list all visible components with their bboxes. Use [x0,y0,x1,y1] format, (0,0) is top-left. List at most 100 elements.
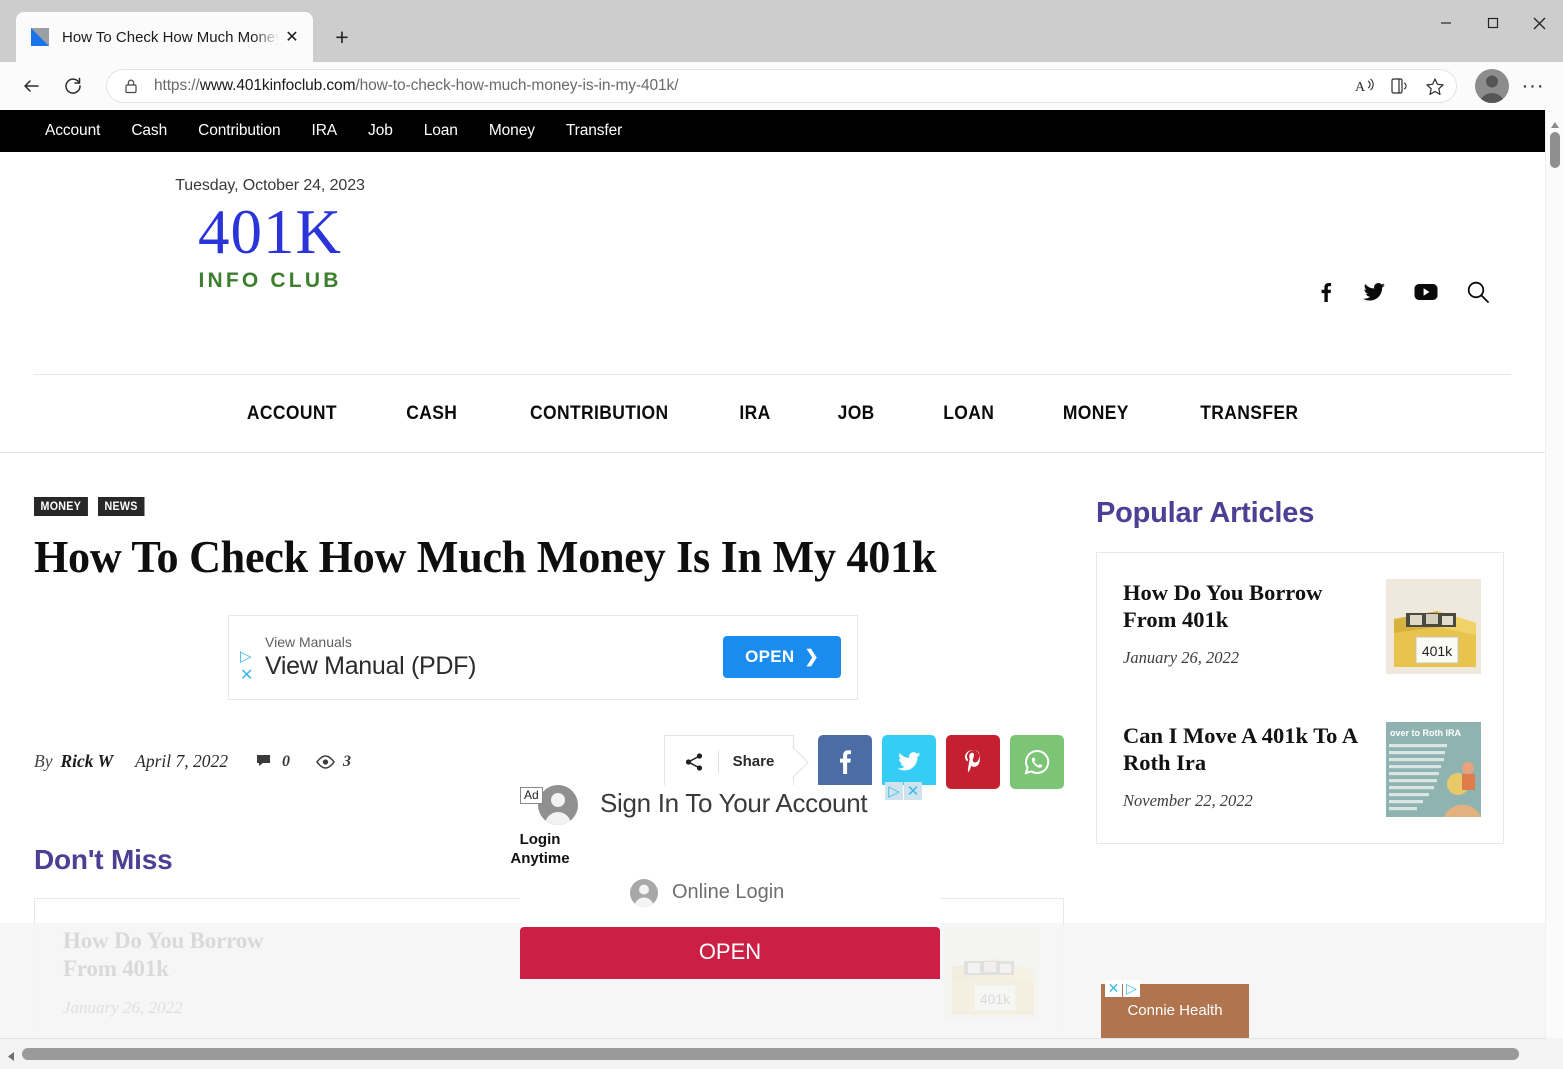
inline-ad-headline: View Manual (PDF) [265,651,477,680]
mid-ad-open-button[interactable]: OPEN [520,926,940,979]
vertical-scrollbar[interactable] [1545,110,1563,1038]
mid-popup-ad[interactable]: Ad Login Anytime Sign In To Your Account… [510,782,940,979]
topnav-account[interactable]: Account [45,122,100,140]
mid-ad-controls: ▷ ✕ [885,782,922,800]
browser-more-menu[interactable]: ··· [1517,70,1549,102]
inline-ad-open-button[interactable]: OPEN ❯ [723,636,841,679]
ad-choices-play-icon[interactable]: ▷ [240,647,252,665]
horizontal-scrollbar[interactable] [0,1038,1563,1069]
ad-choices-close-icon[interactable]: ✕ [1105,980,1122,997]
share-facebook-button[interactable] [818,734,872,789]
share-icon [685,752,702,771]
nav-loan[interactable]: LOAN [943,403,994,425]
current-date: Tuesday, October 24, 2023 [175,177,365,194]
comment-icon [257,755,270,767]
popular-item-title[interactable]: How Do You Borrow From 401k [1123,579,1368,633]
ad-choices-play-icon[interactable]: ▷ [885,782,903,800]
twitter-icon[interactable] [1363,282,1386,302]
article-date: April 7, 2022 [135,751,228,772]
facebook-icon[interactable] [1315,281,1335,303]
nav-transfer[interactable]: TRANSFER [1200,403,1298,425]
topnav-cash[interactable]: Cash [131,122,167,140]
topnav-contribution[interactable]: Contribution [198,122,280,140]
topnav-ira[interactable]: IRA [312,122,338,140]
401k-box-thumbnail-icon: 401k [944,926,1039,1022]
web-page: Account Cash Contribution IRA Job Loan M… [0,110,1545,1038]
close-window-button[interactable] [1516,0,1563,46]
inline-ad-open-label: OPEN [745,647,795,667]
scroll-left-arrow-icon[interactable] [7,1049,15,1067]
search-icon[interactable] [1466,280,1490,304]
reload-icon[interactable] [56,69,90,103]
site-logo-primary[interactable]: 401K [30,201,510,264]
social-links [1315,280,1490,304]
url-text: https://www.401kinfoclub.com/how-to-chec… [142,77,1346,95]
ad-sub-avatar-icon [630,878,658,907]
sidebar: Popular Articles How Do You Borrow From … [1064,497,1504,1038]
site-branding: Tuesday, October 24, 2023 401K INFO CLUB [30,152,510,293]
profile-avatar[interactable] [1475,69,1509,103]
list-item[interactable]: How Do You Borrow From 401k January 26, … [1123,579,1481,674]
back-icon[interactable] [14,69,48,103]
byline-prefix: By [34,751,53,772]
scroll-up-arrow-icon[interactable] [1550,116,1560,128]
eye-icon [316,754,335,769]
nav-job[interactable]: JOB [838,403,875,425]
ad-choices-close-icon[interactable]: ✕ [904,782,922,800]
nav-account[interactable]: ACCOUNT [247,403,337,425]
ad-choices-close-icon[interactable]: ✕ [240,665,253,685]
list-item[interactable]: Can I Move A 401k To A Roth Ira November… [1123,722,1481,817]
topnav-money[interactable]: Money [489,122,535,140]
share-twitter-button[interactable] [882,734,936,789]
favorite-star-icon[interactable] [1419,71,1451,101]
nav-ira[interactable]: IRA [740,403,771,425]
dont-miss-item-title[interactable]: How Do You Borrow From 401k [63,927,273,983]
ad-choices-play-icon[interactable]: ▷ [1123,980,1140,997]
share-pinterest-button[interactable] [946,734,1000,789]
minimize-button[interactable] [1422,0,1469,46]
page-favicon-icon [30,27,50,47]
page-title: How To Check How Much Money Is In My 401… [34,531,937,582]
inline-ad-banner[interactable]: ▷ ✕ View Manuals View Manual (PDF) OPEN … [228,614,858,700]
popular-articles-heading: Popular Articles [1096,497,1315,529]
inline-ad-advertiser: View Manuals [265,633,352,650]
svg-text:A: A [1355,80,1366,95]
chevron-right-icon: ❯ [804,647,819,667]
browser-title-bar: How To Check How Much Money ✕ + [0,0,1563,62]
share-button[interactable]: Share [664,734,794,789]
topnav-transfer[interactable]: Transfer [566,122,622,140]
svg-text:over to Roth IRA: over to Roth IRA [1390,728,1461,738]
url-scheme: https:// [154,77,200,94]
connie-health-ad[interactable]: ✕ ▷ Connie Health [1101,980,1249,1038]
read-aloud-icon[interactable]: A [1349,71,1381,101]
ad-badge: Ad [520,787,543,804]
connie-ad-label: Connie Health [1127,1002,1223,1019]
tab-close-icon[interactable]: ✕ [279,24,305,50]
category-money[interactable]: MONEY [34,497,88,516]
nav-contribution[interactable]: CONTRIBUTION [530,403,668,425]
author-name[interactable]: Rick W [60,751,113,772]
popular-item-date: November 22, 2022 [1123,791,1253,810]
window-controls [1422,0,1563,46]
scrollbar-corner [1545,1038,1563,1069]
horizontal-scrollbar-thumb[interactable] [22,1048,1519,1060]
nav-cash[interactable]: CASH [407,403,458,425]
topnav-loan[interactable]: Loan [424,122,458,140]
mid-ad-subline: Online Login [672,881,785,903]
nav-money[interactable]: MONEY [1063,403,1129,425]
ad-avatar-icon [538,785,578,825]
immersive-reader-icon[interactable] [1384,71,1416,101]
category-news[interactable]: NEWS [97,497,144,516]
share-divider [717,750,719,773]
vertical-scrollbar-thumb[interactable] [1550,132,1560,168]
topnav-job[interactable]: Job [368,122,393,140]
popular-item-title[interactable]: Can I Move A 401k To A Roth Ira [1123,722,1368,776]
youtube-icon[interactable] [1414,283,1438,301]
inline-ad-text: View Manuals View Manual (PDF) [265,634,723,681]
address-bar[interactable]: https://www.401kinfoclub.com/how-to-chec… [106,69,1457,103]
browser-tab[interactable]: How To Check How Much Money ✕ [16,12,313,62]
share-whatsapp-button[interactable] [1010,734,1064,789]
lock-icon [120,78,142,94]
maximize-button[interactable] [1469,0,1516,46]
new-tab-button[interactable]: + [323,18,361,56]
